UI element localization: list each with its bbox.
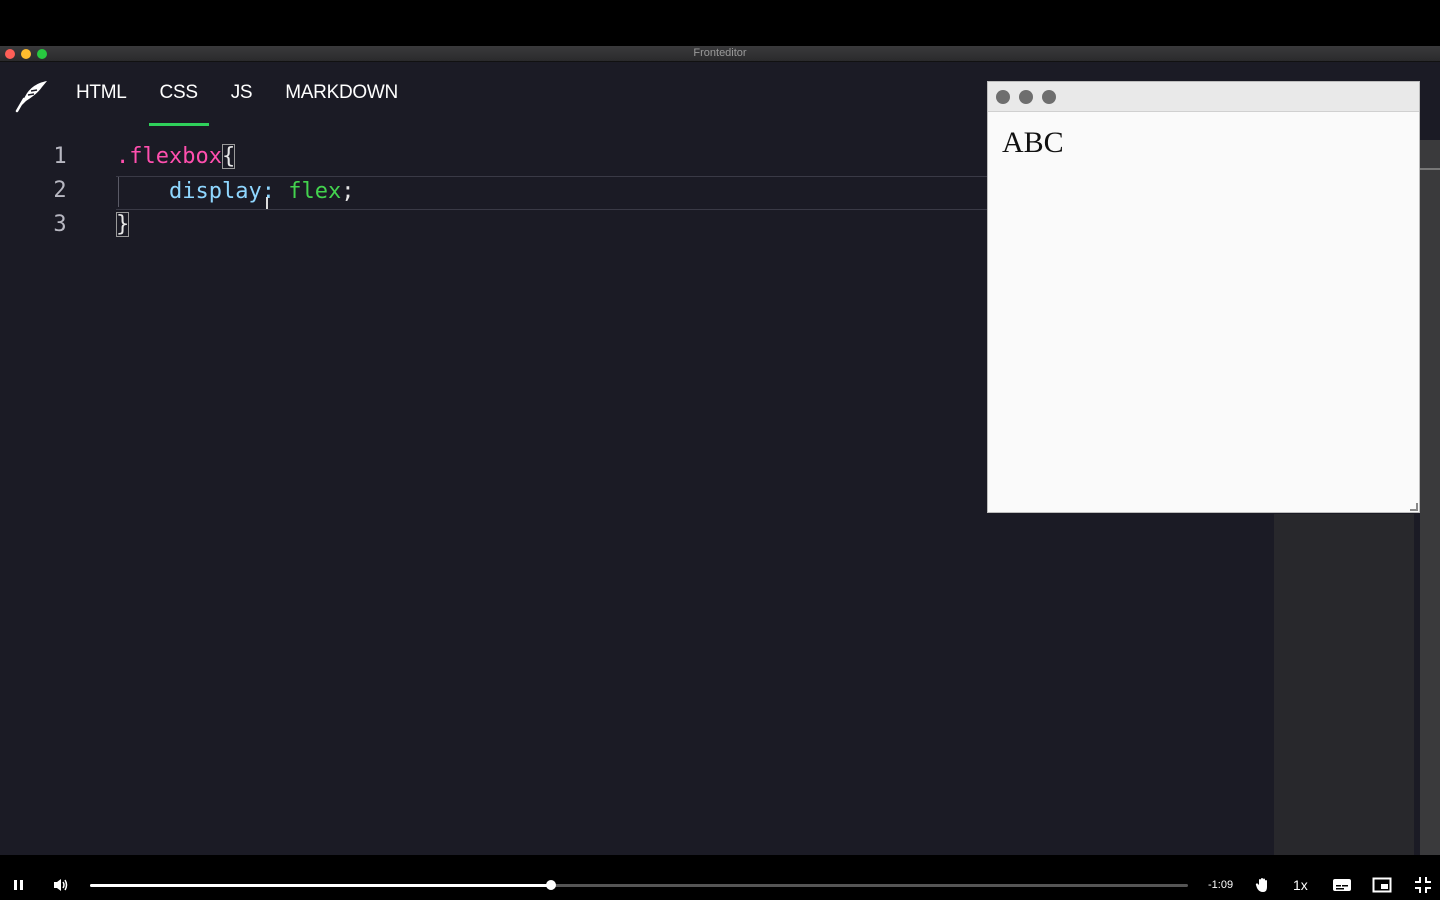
side-panel [1274,514,1414,855]
progress-fill [90,884,552,887]
progress-handle[interactable] [546,880,557,890]
tab-markdown[interactable]: MARKDOWN [285,82,398,126]
tab-js[interactable]: JS [231,82,253,126]
line-number: 2 [53,178,67,203]
progress-bar[interactable] [90,880,1188,890]
code-line-current[interactable]: display: flex; [116,176,988,210]
time-remaining: -1:09 [1208,879,1234,891]
window-title: Fronteditor [693,47,747,59]
resize-handle[interactable] [1410,503,1418,511]
preview-titlebar[interactable] [988,82,1419,112]
preview-content: ABC [1002,126,1064,159]
video-player-bar: -1:09 1x [0,869,1440,900]
scrollbar-marker [1420,168,1440,170]
window-titlebar: Fronteditor [0,46,1440,62]
css-semicolon: ; [341,179,355,204]
scrollbar[interactable] [1420,140,1440,855]
indent-guide [118,177,119,207]
preview-maximize-button[interactable] [1042,90,1056,104]
code-line[interactable]: } [116,210,988,244]
close-brace: } [116,212,130,237]
line-number: 3 [53,212,67,237]
playback-speed[interactable]: 1x [1293,875,1308,895]
open-brace: { [221,144,236,169]
text-cursor [266,197,268,209]
code-editor[interactable]: .flexbox{ display: flex; } [116,142,988,244]
line-number-gutter: 1 2 3 [40,142,80,244]
css-property: display [168,179,262,204]
captions-icon[interactable] [1332,875,1352,895]
tab-html[interactable]: HTML [76,82,127,126]
picture-in-picture-icon[interactable] [1372,875,1392,895]
volume-icon[interactable] [52,875,70,895]
preview-minimize-button[interactable] [1019,90,1033,104]
exit-fullscreen-icon[interactable] [1414,875,1432,895]
css-colon: : [261,179,275,204]
preview-window: ABC [987,81,1420,513]
line-number: 1 [53,144,67,169]
code-line[interactable]: .flexbox{ [116,142,988,176]
quill-icon[interactable] [14,79,50,113]
pause-icon[interactable] [12,875,26,895]
language-tabs: HTML CSS JS MARKDOWN [76,82,431,126]
top-black-area [0,0,1440,46]
hand-icon[interactable] [1254,875,1272,895]
css-selector: .flexbox [116,144,222,169]
css-value: flex [288,179,342,204]
tab-css[interactable]: CSS [148,82,209,126]
preview-close-button[interactable] [996,90,1010,104]
